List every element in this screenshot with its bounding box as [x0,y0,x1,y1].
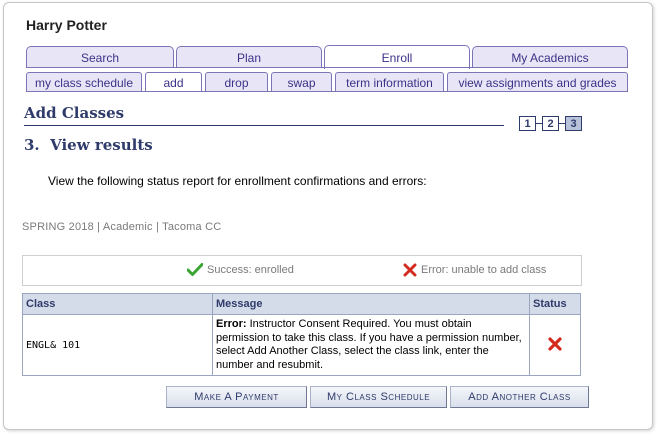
subtab-divider [26,91,628,92]
results-header-row: Class Message Status [22,293,581,315]
my-class-schedule-button[interactable]: My Class Schedule [310,386,447,408]
step-2: 2 [542,116,559,131]
error-x-icon [548,336,562,351]
subtab-add[interactable]: add [145,72,202,92]
step-1: 1 [519,116,536,131]
tab-my-academics[interactable]: My Academics [472,46,628,68]
subtab-term-information[interactable]: term information [335,72,444,92]
class-cell: ENGL& 101 [22,314,213,376]
error-x-icon [403,263,417,277]
error-message: Instructor Consent Required. You must ob… [216,318,522,371]
status-cell [529,314,581,376]
make-a-payment-button[interactable]: Make A Payment [166,386,307,408]
tab-enroll[interactable]: Enroll [324,45,470,69]
page-title: Add Classes [24,104,125,122]
error-label: Error: [216,318,247,330]
col-class: Class [22,293,213,315]
subtab-my-class-schedule[interactable]: my class schedule [26,72,142,92]
results-table: Class Message Status ENGL& 101 Error: In… [22,293,581,376]
tab-divider [26,67,628,68]
message-cell: Error: Instructor Consent Required. You … [212,314,530,376]
add-another-class-button[interactable]: Add Another Class [450,386,589,408]
legend-success: Success: enrolled [187,263,294,277]
step-3-current: 3 [565,116,582,131]
legend-success-label: Success: enrolled [207,264,294,276]
tab-search[interactable]: Search [26,46,174,68]
instructions-text: View the following status report for enr… [48,174,427,188]
legend-error: Error: unable to add class [403,263,546,277]
step-heading: 3. View results [24,136,153,154]
success-check-icon [187,263,203,276]
subtab-view-assignments-and-grades[interactable]: view assignments and grades [447,72,628,92]
title-rule [24,125,504,126]
status-legend: Success: enrolled Error: unable to add c… [22,255,582,286]
legend-error-label: Error: unable to add class [421,264,547,276]
col-status: Status [529,293,581,315]
table-row: ENGL& 101 Error: Instructor Consent Requ… [22,314,581,376]
student-name: Harry Potter [26,17,107,33]
term-info: SPRING 2018 | Academic | Tacoma CC [22,221,222,233]
tab-plan[interactable]: Plan [176,46,322,68]
subtab-swap[interactable]: swap [271,72,332,92]
col-message: Message [212,293,530,315]
subtab-drop[interactable]: drop [205,72,268,92]
